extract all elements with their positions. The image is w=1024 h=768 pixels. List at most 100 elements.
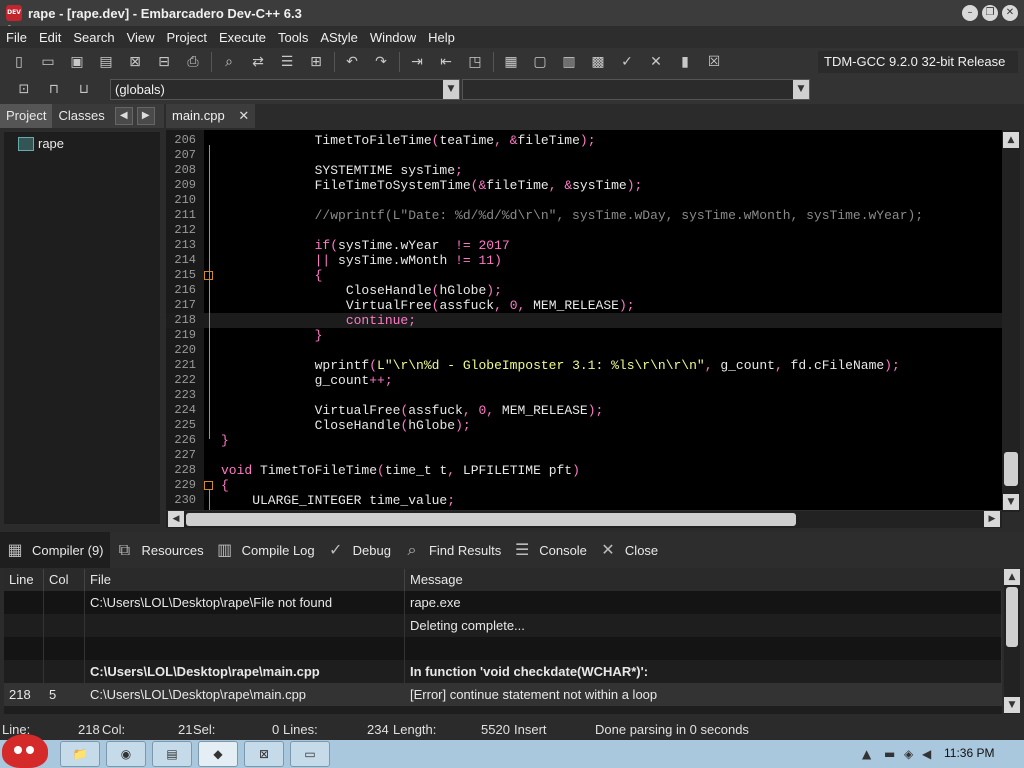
menu-edit[interactable]: Edit	[33, 30, 67, 45]
tab-project[interactable]: Project	[0, 104, 53, 128]
code-text[interactable]: }	[221, 433, 229, 448]
code-line[interactable]: 226}	[166, 433, 1002, 448]
code-text[interactable]: //wprintf(L"Date: %d/%d/%d\r\n", sysTime…	[221, 208, 924, 223]
code-text[interactable]: {	[221, 268, 323, 283]
tab-console[interactable]: ☰ Console	[507, 532, 593, 568]
menu-window[interactable]: Window	[364, 30, 422, 45]
close-file-icon[interactable]: ⊠	[124, 51, 146, 73]
code-text[interactable]: VirtualFree(assfuck, 0, MEM_RELEASE);	[221, 298, 635, 313]
menu-astyle[interactable]: AStyle	[314, 30, 364, 45]
code-text[interactable]: continue;	[221, 313, 416, 328]
tab-resources[interactable]: ⧉ Resources	[110, 532, 210, 568]
menu-file[interactable]: File	[0, 30, 33, 45]
devcpp-icon[interactable]: ◆	[198, 741, 238, 767]
scroll-down-icon[interactable]: ▼	[1003, 494, 1019, 510]
column-header-line[interactable]: Line	[4, 569, 44, 591]
fullscreen-icon[interactable]: ▢	[529, 51, 551, 73]
save-icon[interactable]: ▣	[66, 51, 88, 73]
chrome-icon[interactable]: ◉	[106, 741, 146, 767]
new-file-icon[interactable]: ▯	[8, 51, 30, 73]
tray-arrow-icon[interactable]: ▲	[862, 747, 871, 761]
menu-execute[interactable]: Execute	[213, 30, 272, 45]
code-line[interactable]: 230 ULARGE_INTEGER time_value;	[166, 493, 1002, 508]
column-header-message[interactable]: Message	[405, 569, 1002, 591]
menu-tools[interactable]: Tools	[272, 30, 314, 45]
code-line[interactable]: 223	[166, 388, 1002, 403]
chevron-down-icon[interactable]: ▼	[443, 80, 459, 99]
tab-find-results[interactable]: ⌕ Find Results	[397, 532, 507, 568]
menu-view[interactable]: View	[121, 30, 161, 45]
column-header-col[interactable]: Col	[44, 569, 85, 591]
code-text[interactable]: void TimetToFileTime(time_t t, LPFILETIM…	[221, 463, 580, 478]
menu-project[interactable]: Project	[161, 30, 213, 45]
unindent-icon[interactable]: ⇤	[435, 51, 457, 73]
chart-icon[interactable]: ▮	[674, 51, 696, 73]
function-combo[interactable]: ▼	[462, 79, 810, 100]
table-row[interactable]: C:\Users\LOL\Desktop\rape\File not found…	[4, 591, 1002, 614]
code-line[interactable]: 216 CloseHandle(hGlobe);	[166, 283, 1002, 298]
code-editor[interactable]: 206 TimetToFileTime(teaTime, &fileTime);…	[166, 130, 1002, 510]
check-icon[interactable]: ✓	[616, 51, 638, 73]
indent-icon[interactable]: ⇥	[406, 51, 428, 73]
tab-debug[interactable]: ✓ Debug	[321, 532, 397, 568]
globals-combo[interactable]: (globals) ▼	[110, 79, 460, 100]
window-icon[interactable]: ▭	[290, 741, 330, 767]
replace-icon[interactable]: ⇄	[247, 51, 269, 73]
code-text[interactable]: SYSTEMTIME sysTime;	[221, 163, 463, 178]
close-all-icon[interactable]: ⊟	[153, 51, 175, 73]
code-text[interactable]: CloseHandle(hGlobe);	[221, 283, 502, 298]
code-text[interactable]: if(sysTime.wYear != 2017	[221, 238, 510, 253]
chevron-right-icon[interactable]: ▶	[136, 107, 155, 125]
code-text[interactable]: }	[221, 328, 323, 343]
stop-icon[interactable]: ☒	[703, 51, 725, 73]
table-row[interactable]: C:\Users\LOL\Desktop\rape\main.cpp In fun…	[4, 660, 1002, 683]
code-text[interactable]: CloseHandle(hGlobe);	[221, 418, 471, 433]
column-header-file[interactable]: File	[85, 569, 405, 591]
code-line[interactable]: 217 VirtualFree(assfuck, 0, MEM_RELEASE)…	[166, 298, 1002, 313]
compiler-selector[interactable]: TDM-GCC 9.2.0 32-bit Release	[818, 51, 1018, 73]
undo-icon[interactable]: ↶	[341, 51, 363, 73]
code-line[interactable]: 208 SYSTEMTIME sysTime;	[166, 163, 1002, 178]
scroll-right-icon[interactable]: ▶	[984, 511, 1000, 527]
editor-horizontal-scrollbar[interactable]: ◀ ▶	[166, 511, 1002, 528]
code-line[interactable]: 210	[166, 193, 1002, 208]
scroll-thumb[interactable]	[1004, 452, 1018, 486]
code-text[interactable]: TimetToFileTime(teaTime, &fileTime);	[221, 133, 596, 148]
code-line[interactable]: 227	[166, 448, 1002, 463]
code-text[interactable]: FileTimeToSystemTime(&fileTime, &sysTime…	[221, 178, 643, 193]
code-line[interactable]: 224 VirtualFree(assfuck, 0, MEM_RELEASE)…	[166, 403, 1002, 418]
save-all-icon[interactable]: ▤	[95, 51, 117, 73]
volume-icon[interactable]: ◀	[922, 747, 931, 761]
scroll-thumb[interactable]	[186, 513, 796, 526]
code-line[interactable]: 213 if(sysTime.wYear != 2017	[166, 238, 1002, 253]
tab-close[interactable]: ✕ Close	[593, 532, 664, 568]
code-line[interactable]: 214 || sysTime.wMonth != 11)	[166, 253, 1002, 268]
taskbar-clock[interactable]: 11:36 PM	[944, 746, 994, 760]
tab-compile-log[interactable]: ▥ Compile Log	[210, 532, 321, 568]
menu-search[interactable]: Search	[67, 30, 120, 45]
layout-icon[interactable]: ▦	[500, 51, 522, 73]
app-icon[interactable]: ⊠	[244, 741, 284, 767]
bookmarks-icon[interactable]: ⊔	[74, 80, 94, 100]
scroll-up-icon[interactable]: ▲	[1003, 132, 1019, 148]
toggle-bookmark-icon[interactable]: ⊞	[305, 51, 327, 73]
fold-toggle-icon[interactable]	[204, 481, 213, 490]
close-tab-icon[interactable]: ✕	[238, 109, 249, 124]
code-line[interactable]: 220	[166, 343, 1002, 358]
close-icon[interactable]: ✕	[1002, 5, 1018, 21]
code-line[interactable]: 222 g_count++;	[166, 373, 1002, 388]
table-row[interactable]	[4, 637, 1002, 660]
class-browser-icon[interactable]: ⊡	[14, 80, 34, 100]
code-line[interactable]: 225 CloseHandle(hGlobe);	[166, 418, 1002, 433]
grid-icon[interactable]: ▩	[587, 51, 609, 73]
code-line[interactable]: 207	[166, 148, 1002, 163]
print-icon[interactable]: ⎙	[182, 51, 204, 73]
code-line[interactable]: 229 {	[166, 478, 1002, 493]
tab-classes[interactable]: Classes	[52, 104, 110, 128]
code-line[interactable]: 206 TimetToFileTime(teaTime, &fileTime);	[166, 133, 1002, 148]
open-icon[interactable]: ▭	[37, 51, 59, 73]
code-line[interactable]: 228 void TimetToFileTime(time_t t, LPFILE…	[166, 463, 1002, 478]
code-line[interactable]: 215 {	[166, 268, 1002, 283]
battery-icon[interactable]: ▬	[884, 747, 895, 761]
tab-main-cpp[interactable]: main.cpp ✕	[166, 104, 256, 128]
